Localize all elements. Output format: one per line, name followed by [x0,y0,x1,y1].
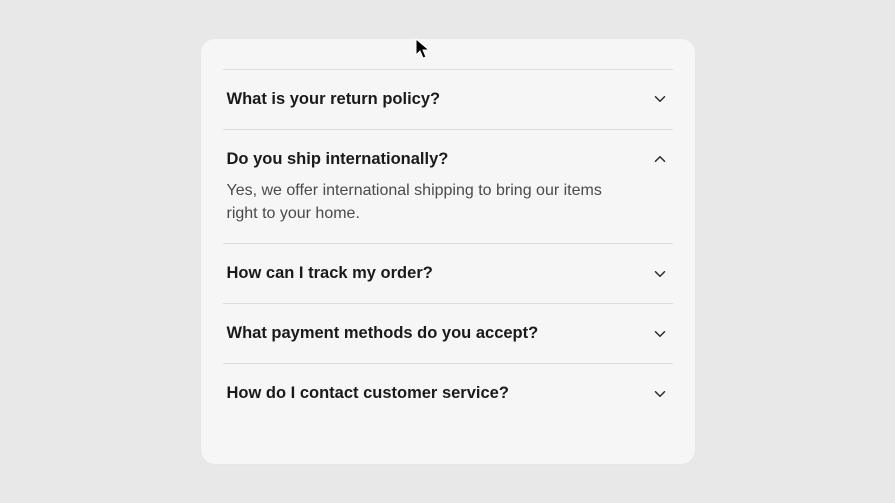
faq-toggle-payment-methods[interactable]: What payment methods do you accept? [227,322,669,345]
faq-item-contact-service: How do I contact customer service? [223,363,673,424]
faq-question: Do you ship internationally? [227,148,449,171]
faq-question: How can I track my order? [227,262,433,285]
faq-item-return-policy: What is your return policy? [223,69,673,129]
faq-answer: Yes, we offer international shipping to … [227,179,607,225]
faq-question: How do I contact customer service? [227,382,509,405]
faq-question: What payment methods do you accept? [227,322,539,345]
chevron-down-icon [651,325,669,343]
faq-item-international-shipping: Do you ship internationally? Yes, we off… [223,129,673,243]
faq-item-payment-methods: What payment methods do you accept? [223,303,673,363]
faq-card: What is your return policy? Do you ship … [201,39,695,465]
faq-item-track-order: How can I track my order? [223,243,673,303]
faq-toggle-contact-service[interactable]: How do I contact customer service? [227,382,669,405]
faq-toggle-track-order[interactable]: How can I track my order? [227,262,669,285]
faq-question: What is your return policy? [227,88,441,111]
chevron-down-icon [651,90,669,108]
chevron-down-icon [651,385,669,403]
faq-toggle-international-shipping[interactable]: Do you ship internationally? [227,148,669,171]
chevron-up-icon [651,150,669,168]
chevron-down-icon [651,265,669,283]
faq-toggle-return-policy[interactable]: What is your return policy? [227,88,669,111]
